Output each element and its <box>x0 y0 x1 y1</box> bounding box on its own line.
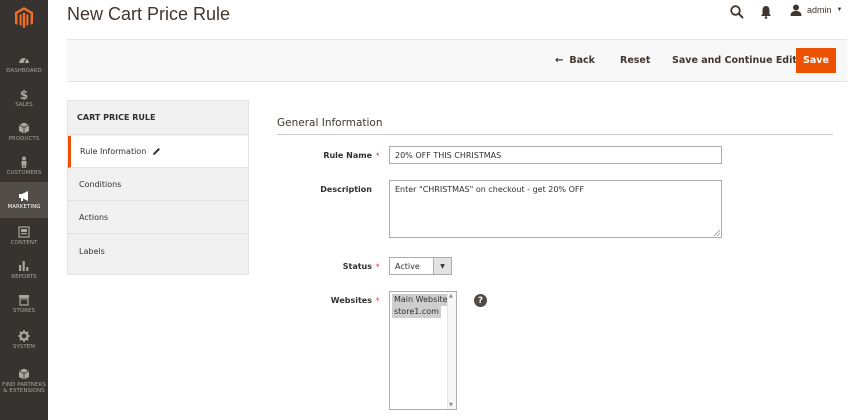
nav-system-label: SYSTEM <box>12 344 36 350</box>
section-title: General Information <box>277 117 383 129</box>
description-text: Enter "CHRISTMAS" on checkout - get 20% … <box>395 185 585 194</box>
megaphone-icon <box>19 191 28 201</box>
required-asterisk: * <box>376 296 380 306</box>
nav-dashboard[interactable]: DASHBOARD <box>0 46 48 82</box>
dollar-icon: $ <box>20 88 28 100</box>
nav-find-partners-label: FIND PARTNERS & EXTENSIONS <box>2 382 46 394</box>
reset-button[interactable]: Reset <box>620 48 650 73</box>
nav-marketing[interactable]: MARKETING <box>0 182 48 218</box>
chevron-down-icon: ▼ <box>433 258 451 274</box>
gear-icon <box>18 330 30 342</box>
bell-icon[interactable] <box>760 5 772 19</box>
scroll-down-icon[interactable]: ▼ <box>449 402 453 408</box>
partners-icon <box>18 368 30 380</box>
status-select[interactable]: Active ▼ <box>389 257 452 275</box>
tab-conditions[interactable]: Conditions <box>68 169 248 201</box>
scroll-up-icon[interactable]: ▲ <box>449 293 453 299</box>
description-label: Description <box>320 185 372 194</box>
tab-labels[interactable]: Labels <box>68 235 248 267</box>
admin-sidebar: DASHBOARD $ SALES PRODUCTS CUSTOMERS MAR… <box>0 0 48 420</box>
page-title: New Cart Price Rule <box>67 4 231 24</box>
tab-rule-information-label: Rule Information <box>80 147 147 156</box>
nav-reports-label: REPORTS <box>11 274 37 280</box>
dashboard-icon <box>19 57 29 64</box>
nav-content[interactable]: CONTENT <box>0 218 48 254</box>
nav-products[interactable]: PRODUCTS <box>0 114 48 150</box>
website-option[interactable]: store1.com <box>392 306 441 318</box>
content-icon <box>18 226 30 238</box>
pencil-icon <box>153 148 161 155</box>
admin-username: admin <box>807 5 832 15</box>
section-divider <box>277 134 833 135</box>
person-icon <box>21 156 27 168</box>
nav-reports[interactable]: REPORTS <box>0 252 48 288</box>
rule-name-input[interactable]: 20% OFF THIS CHRISTMAS <box>389 146 722 164</box>
nav-customers[interactable]: CUSTOMERS <box>0 148 48 184</box>
status-label: Status <box>342 262 372 271</box>
arrow-left-icon: ← <box>555 55 564 66</box>
back-button[interactable]: ← Back <box>555 48 595 73</box>
admin-user-menu[interactable]: admin ▼ <box>790 4 842 16</box>
nav-marketing-label: MARKETING <box>7 204 41 210</box>
svg-text:$: $ <box>20 88 28 100</box>
nav-products-label: PRODUCTS <box>8 136 40 142</box>
nav-sales-label: SALES <box>15 102 33 108</box>
store-icon <box>19 295 29 306</box>
caret-down-icon: ▼ <box>836 7 843 13</box>
website-option[interactable]: Main Website <box>392 294 450 306</box>
tabs-heading: CART PRICE RULE <box>68 101 248 135</box>
required-asterisk: * <box>376 151 380 161</box>
rule-name-label: Rule Name <box>323 151 372 160</box>
nav-stores-label: STORES <box>12 308 36 314</box>
websites-label: Websites <box>330 296 372 305</box>
search-icon[interactable] <box>730 5 744 19</box>
resize-handle-icon[interactable] <box>714 230 720 236</box>
bar-chart-icon <box>19 261 29 271</box>
back-button-label: Back <box>569 55 595 66</box>
nav-stores[interactable]: STORES <box>0 286 48 322</box>
save-and-continue-button[interactable]: Save and Continue Edit <box>672 48 797 73</box>
tab-rule-information[interactable]: Rule Information <box>68 136 248 168</box>
nav-sales[interactable]: $ SALES <box>0 80 48 116</box>
scrollbar[interactable]: ▲ ▼ <box>447 292 456 409</box>
tab-actions[interactable]: Actions <box>68 202 248 234</box>
help-icon[interactable]: ? <box>474 294 487 307</box>
user-icon <box>790 4 802 16</box>
nav-dashboard-label: DASHBOARD <box>6 68 42 74</box>
status-selected-value: Active <box>395 261 420 271</box>
save-button[interactable]: Save <box>796 48 836 73</box>
required-asterisk: * <box>376 262 380 272</box>
nav-content-label: CONTENT <box>10 240 38 246</box>
description-textarea[interactable]: Enter "CHRISTMAS" on checkout - get 20% … <box>389 180 722 238</box>
magento-logo[interactable] <box>0 0 48 36</box>
cube-icon <box>18 122 30 134</box>
nav-system[interactable]: SYSTEM <box>0 322 48 358</box>
nav-customers-label: CUSTOMERS <box>6 170 42 176</box>
tabs-panel: CART PRICE RULE Rule Information Conditi… <box>67 100 249 275</box>
nav-find-partners[interactable]: FIND PARTNERS & EXTENSIONS <box>0 360 48 402</box>
websites-multiselect[interactable]: Main Website store1.com ▲ ▼ <box>389 291 457 410</box>
